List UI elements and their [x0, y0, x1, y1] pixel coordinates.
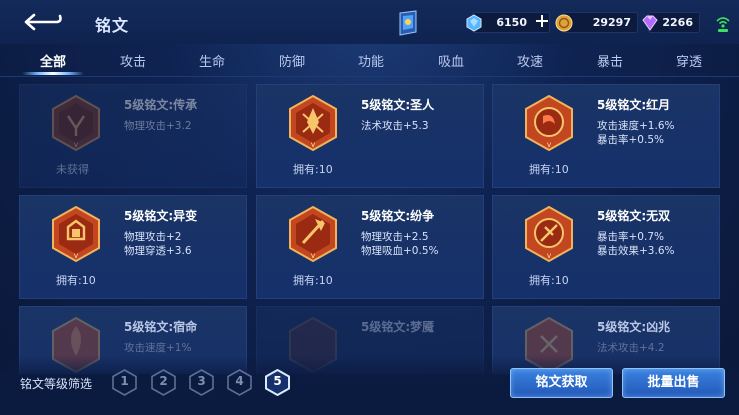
active-tab-indicator	[22, 72, 84, 75]
inscription-stat: 暴击效果+3.6%	[597, 245, 675, 257]
tab-attack[interactable]: 攻击	[103, 51, 163, 70]
level-filter-4[interactable]: 4	[226, 369, 253, 396]
inscription-name: 5级铭文:无双	[597, 209, 671, 223]
diamond-value: 6150	[496, 16, 527, 29]
inscription-owned-count: 拥有:10	[529, 274, 569, 287]
inscription-stat: 物理攻击+2	[124, 231, 182, 243]
level-filter-1[interactable]: 1	[111, 369, 138, 396]
inscription-stat: 攻击速度+1%	[124, 342, 192, 354]
inscription-card[interactable]: V 5级铭文:红月 攻击速度+1.6% 暴击率+0.5% 拥有:10	[492, 84, 720, 188]
inscription-stat: 暴击率+0.5%	[597, 134, 664, 146]
inscription-stat: 攻击速度+1.6%	[597, 120, 675, 132]
gold-value: 29297	[592, 16, 631, 29]
inscription-card[interactable]: V 5级铭文:纷争 物理攻击+2.5 物理吸血+0.5% 拥有:10	[256, 195, 484, 299]
inscription-card[interactable]: V 5级铭文:异变 物理攻击+2 物理穿透+3.6 拥有:10	[19, 195, 247, 299]
page-title: 铭文	[95, 16, 130, 35]
inscription-name: 5级铭文:圣人	[361, 98, 435, 112]
level-filter-number: 2	[159, 374, 168, 388]
inscription-stat: 法术攻击+5.3	[361, 120, 429, 132]
crystal-currency: 2266	[642, 12, 700, 33]
inscription-emblem-icon: V	[52, 94, 100, 152]
inscription-emblem-icon: V	[525, 94, 573, 152]
inscription-grid: V 5级铭文:传承 物理攻击+3.2 未获得 V 5级铭文:圣人 法术攻击+5.…	[19, 84, 721, 374]
add-currency-icon[interactable]	[535, 14, 549, 28]
inscription-name: 5级铭文:传承	[124, 98, 198, 112]
tab-utility[interactable]: 功能	[341, 51, 401, 70]
level-filter-number: 4	[235, 374, 244, 388]
inscription-name: 5级铭文:纷争	[361, 209, 435, 223]
inscription-emblem-icon: V	[525, 205, 573, 263]
rune-book-icon[interactable]	[398, 10, 418, 36]
inscription-stat: 物理穿透+3.6	[124, 245, 192, 257]
back-arrow-icon[interactable]	[22, 12, 64, 32]
inscription-emblem-icon: V	[289, 205, 337, 263]
level-filter-number: 5	[273, 374, 282, 388]
gold-currency: 29297	[555, 12, 638, 33]
inscription-owned-count: 拥有:10	[56, 274, 96, 287]
inscription-stat: 暴击率+0.7%	[597, 231, 664, 243]
level-filter-5[interactable]: 5	[264, 368, 291, 397]
crystal-value: 2266	[662, 16, 693, 29]
tab-crit[interactable]: 暴击	[580, 51, 640, 70]
diamond-icon	[466, 13, 482, 32]
tab-penetration[interactable]: 穿透	[659, 51, 719, 70]
inscription-owned-count: 拥有:10	[529, 163, 569, 176]
inscription-name: 5级铭文:异变	[124, 209, 198, 223]
tab-defense[interactable]: 防御	[262, 51, 322, 70]
inscription-stat: 法术攻击+4.2	[597, 342, 665, 354]
gold-coin-icon	[555, 14, 573, 31]
inscription-emblem-icon: V	[52, 205, 100, 263]
level-filter-3[interactable]: 3	[188, 369, 215, 396]
get-inscription-button[interactable]: 铭文获取	[510, 368, 613, 398]
inscription-emblem-icon: V	[289, 94, 337, 152]
inscription-name: 5级铭文:宿命	[124, 320, 198, 334]
wifi-signal-icon	[716, 17, 730, 32]
tab-attack-speed[interactable]: 攻速	[500, 51, 560, 70]
level-filter-label: 铭文等级筛选	[20, 377, 93, 391]
tab-all[interactable]: 全部	[23, 51, 83, 70]
tab-lifesteal[interactable]: 吸血	[421, 51, 481, 70]
level-filter-number: 3	[197, 374, 206, 388]
inscription-owned-count: 未获得	[56, 163, 89, 176]
inscription-owned-count: 拥有:10	[293, 274, 333, 287]
category-tabs: 全部 攻击 生命 防御 功能 吸血 攻速 暴击 穿透	[0, 44, 739, 77]
level-filter-2[interactable]: 2	[150, 369, 177, 396]
inscription-name: 5级铭文:梦魇	[361, 320, 435, 334]
crystal-icon	[642, 15, 658, 31]
inscription-stat: 物理攻击+2.5	[361, 231, 429, 243]
level-filter-number: 1	[120, 374, 129, 388]
inscription-name: 5级铭文:凶兆	[597, 320, 671, 334]
inscription-card[interactable]: V 5级铭文:圣人 法术攻击+5.3 拥有:10	[256, 84, 484, 188]
bulk-sell-button[interactable]: 批量出售	[622, 368, 725, 398]
inscription-name: 5级铭文:红月	[597, 98, 671, 112]
inscription-owned-count: 拥有:10	[293, 163, 333, 176]
inscription-card[interactable]: V 5级铭文:传承 物理攻击+3.2 未获得	[19, 84, 247, 188]
inscription-stat: 物理吸血+0.5%	[361, 245, 439, 257]
tab-health[interactable]: 生命	[182, 51, 242, 70]
inscription-card[interactable]: V 5级铭文:无双 暴击率+0.7% 暴击效果+3.6% 拥有:10	[492, 195, 720, 299]
inscription-stat: 物理攻击+3.2	[124, 120, 192, 132]
